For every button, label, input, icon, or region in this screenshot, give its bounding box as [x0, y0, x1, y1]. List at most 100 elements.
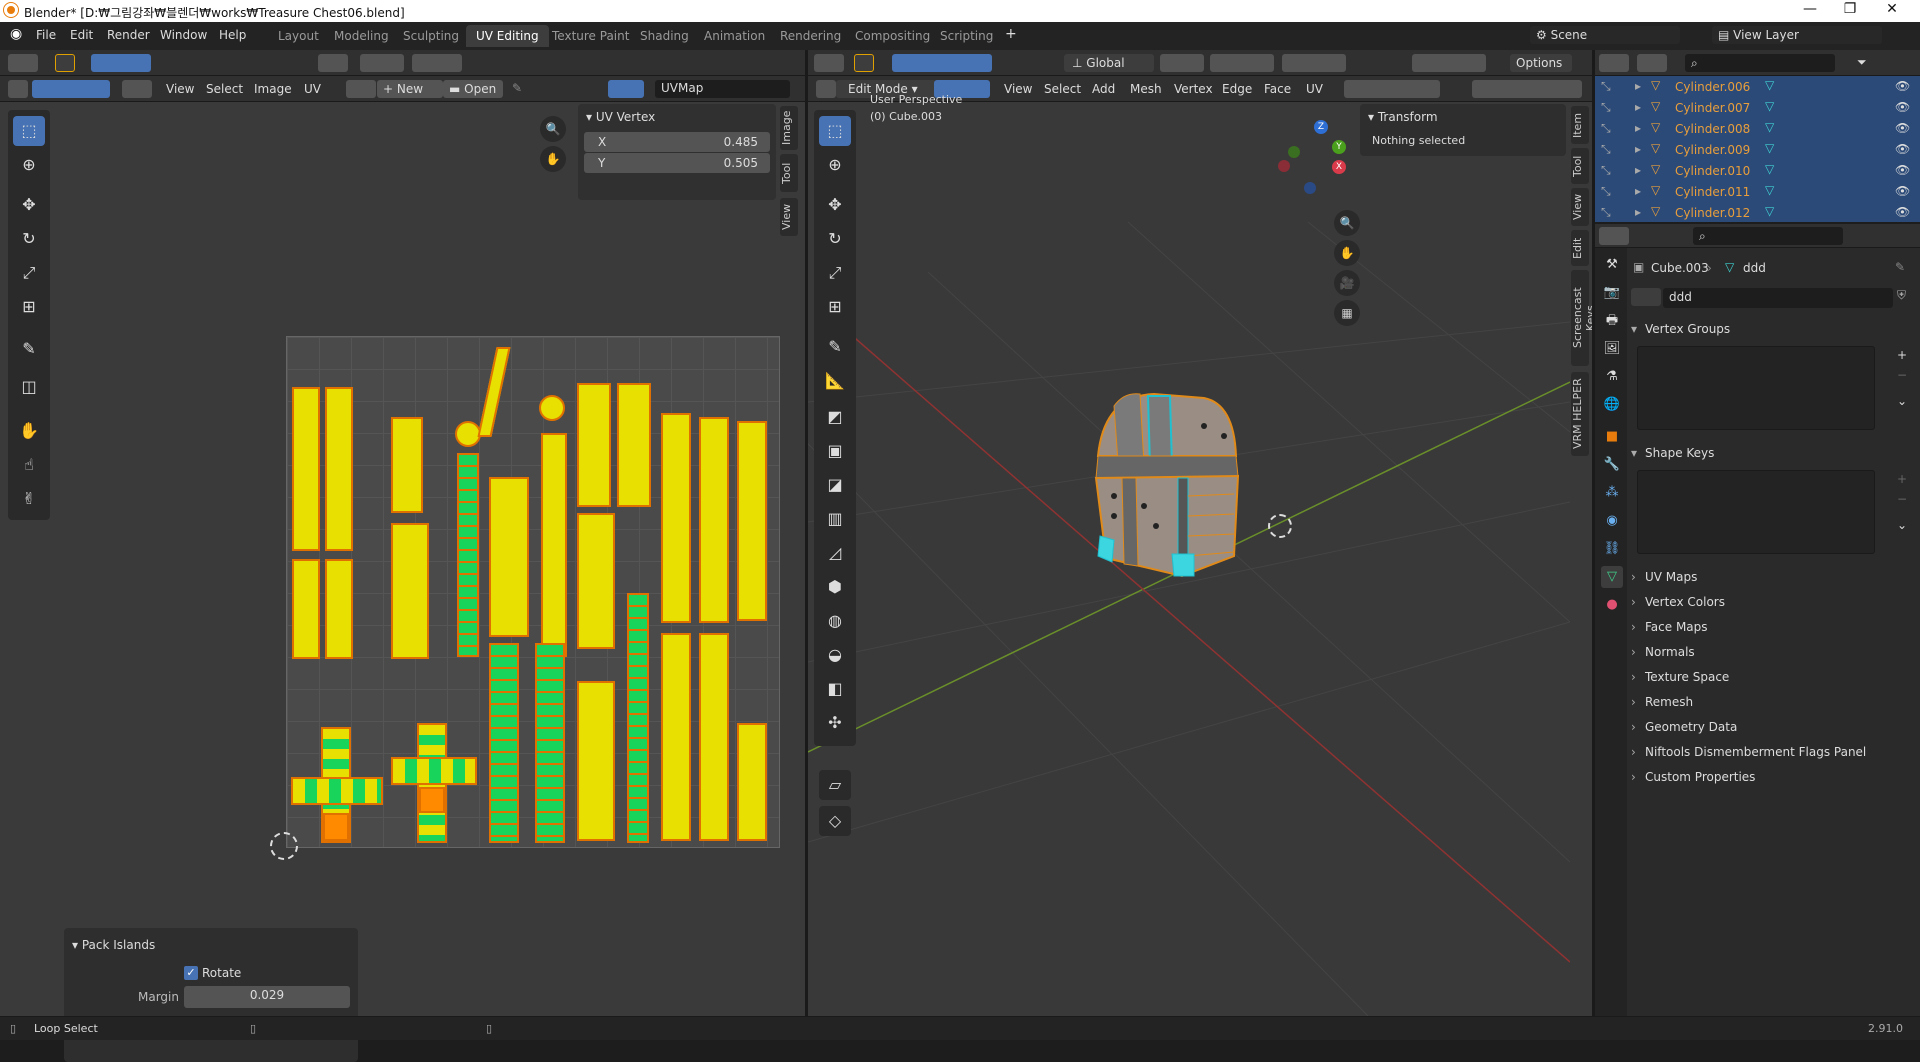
3d-viewport[interactable]: ⊥ Global Options ▾ Edit Mode ▾ View Sele…	[808, 50, 1597, 1016]
select-box-tool[interactable]: ⬚	[13, 116, 45, 146]
object-tab-icon[interactable]: ■	[1601, 426, 1623, 448]
uv-grid[interactable]	[286, 336, 780, 848]
panel-face-maps[interactable]: › Face Maps	[1631, 620, 1708, 634]
pin-icon[interactable]: ✎	[1895, 260, 1905, 274]
panel-remesh[interactable]: › Remesh	[1631, 695, 1693, 709]
panel-custom-properties[interactable]: › Custom Properties	[1631, 770, 1755, 784]
knife-tool[interactable]: ◿	[819, 538, 851, 568]
uv-editor[interactable]: View Select Image UV + New ▬ Open ✎ UVMa…	[0, 50, 805, 1062]
tab-texture-paint[interactable]: Texture Paint	[542, 25, 639, 47]
measure-tool[interactable]: 📐	[819, 366, 851, 396]
treasure-chest-mesh[interactable]	[1084, 386, 1264, 586]
extrude-tool[interactable]: ◩	[819, 402, 851, 432]
grab-tool[interactable]: ✋	[13, 416, 45, 446]
add-shape-key-icon[interactable]: +	[1897, 472, 1907, 486]
outliner-row[interactable]: ⤡ ▸ ▽ Cylinder.012 ▽ 👁	[1595, 202, 1910, 223]
y-axis-icon[interactable]: Y	[1332, 140, 1346, 154]
uv-snap-button[interactable]	[360, 54, 404, 72]
annotate-tool[interactable]: ✎	[13, 334, 45, 364]
physics-tab-icon[interactable]: ◉	[1601, 510, 1623, 532]
view-layer-tab-icon[interactable]: 🖼	[1601, 338, 1623, 360]
spin-tool[interactable]: ◍	[819, 606, 851, 636]
bevel-tool[interactable]: ◪	[819, 470, 851, 500]
editor-type-button[interactable]	[1599, 227, 1629, 245]
fake-user-icon[interactable]: ⛨	[1897, 288, 1906, 303]
uv-island[interactable]	[535, 643, 565, 843]
pack-islands-header[interactable]: ▾ Pack Islands	[72, 938, 155, 952]
scale-tool[interactable]: ⤢	[13, 258, 45, 288]
scale-tool[interactable]: ⤢	[819, 258, 851, 288]
uvmap-field[interactable]: UVMap	[655, 80, 790, 98]
outliner-row[interactable]: ⤡ ▸ ▽ Cylinder.008 ▽ 👁	[1595, 118, 1910, 139]
panel-normals[interactable]: › Normals	[1631, 645, 1695, 659]
margin-field[interactable]: 0.029	[184, 986, 350, 1008]
scene-selector[interactable]: ⚙ Scene	[1530, 26, 1680, 44]
select-box-tool[interactable]: ⬚	[819, 116, 851, 146]
move-tool[interactable]: ✥	[13, 190, 45, 220]
panel-geometry-data[interactable]: › Geometry Data	[1631, 720, 1737, 734]
tab-sculpting[interactable]: Sculpting	[393, 25, 469, 47]
uv-island[interactable]	[737, 723, 767, 841]
tab-scripting[interactable]: Scripting	[930, 25, 1003, 47]
maximize-button[interactable]: ❐	[1830, 1, 1870, 21]
x-axis-icon[interactable]: X	[1332, 160, 1346, 174]
uv-island[interactable]	[699, 417, 729, 623]
zoom-icon[interactable]: 🔍	[1334, 210, 1360, 236]
mesh-name-field[interactable]: ddd	[1663, 288, 1893, 308]
vertex-groups-header[interactable]: ▾ Vertex Groups	[1631, 322, 1730, 336]
uv-y-field[interactable]: Y 0.505	[584, 153, 770, 173]
menu-window[interactable]: Window	[160, 28, 207, 42]
tab-animation[interactable]: Animation	[694, 25, 775, 47]
outliner-search-field[interactable]: ⌕	[1685, 54, 1835, 72]
uv-menu-image[interactable]: Image	[254, 82, 292, 96]
pivot-button[interactable]	[1160, 54, 1204, 72]
proportional-edit-button[interactable]	[1282, 54, 1346, 72]
uv-select-mode-buttons[interactable]	[91, 54, 151, 72]
panel-niftools-dismemberment[interactable]: › Niftools Dismemberment Flags Panel	[1631, 745, 1866, 759]
shape-keys-header[interactable]: ▾ Shape Keys	[1631, 446, 1714, 460]
shear-tool[interactable]: ▱	[819, 770, 851, 800]
uv-island[interactable]	[699, 633, 729, 841]
rotate-tool[interactable]: ↻	[819, 224, 851, 254]
vp-tab-view[interactable]: View	[1571, 188, 1589, 226]
uv-tab-tool[interactable]: Tool	[780, 154, 798, 192]
constraints-tab-icon[interactable]: ⛓	[1601, 538, 1623, 560]
vp-menu-view[interactable]: View	[1004, 82, 1032, 96]
outliner-row[interactable]: ⤡ ▸ ▽ Cylinder.010 ▽ 👁	[1595, 160, 1910, 181]
uv-island[interactable]	[325, 559, 353, 659]
pin-icon[interactable]: ✎	[512, 81, 522, 95]
vp-tab-vrm-helper[interactable]: VRM HELPER	[1571, 372, 1589, 456]
mirror-axis-buttons[interactable]	[1412, 54, 1486, 72]
eye-icon[interactable]: 👁	[1895, 163, 1910, 177]
close-button[interactable]: ✕	[1872, 1, 1912, 21]
uv-island[interactable]	[489, 477, 529, 637]
rip-region-tool[interactable]: ◇	[819, 806, 851, 836]
uv-island[interactable]	[325, 387, 353, 551]
properties-search-field[interactable]: ⌕	[1693, 227, 1843, 245]
vp-tab-item[interactable]: Item	[1571, 106, 1589, 144]
menu-file[interactable]: File	[36, 28, 56, 42]
uv-island[interactable]	[541, 433, 567, 657]
image-browse-button[interactable]	[346, 80, 376, 98]
modifier-tab-icon[interactable]: 🔧	[1601, 454, 1623, 476]
minimize-button[interactable]: —	[1790, 1, 1830, 21]
display-mode-button[interactable]	[1637, 54, 1667, 72]
world-tab-icon[interactable]: 🌐	[1601, 394, 1623, 416]
uv-sync-icon[interactable]	[8, 80, 28, 98]
proportional-edit-button[interactable]	[412, 54, 462, 72]
uv-island[interactable]	[577, 383, 611, 507]
select-box-icon[interactable]	[854, 54, 874, 72]
transform-tool[interactable]: ⊞	[819, 292, 851, 322]
material-tab-icon[interactable]: ●	[1601, 594, 1623, 616]
neg-y-icon[interactable]	[1288, 146, 1300, 158]
camera-icon[interactable]: 🎥	[1334, 270, 1360, 296]
vertex-group-menu-icon[interactable]: ⌄	[1897, 394, 1907, 408]
editor-type-icon[interactable]	[816, 80, 836, 98]
add-vertex-group-icon[interactable]: +	[1897, 348, 1907, 362]
snap-button[interactable]	[1210, 54, 1274, 72]
pan-hand-icon[interactable]: ✋	[1334, 240, 1360, 266]
uv-island[interactable]	[323, 813, 349, 841]
filter-icon[interactable]: ⏷	[1857, 55, 1867, 70]
selection-mode-buttons[interactable]	[892, 54, 992, 72]
transform-panel-header[interactable]: ▾ Transform	[1368, 110, 1438, 124]
